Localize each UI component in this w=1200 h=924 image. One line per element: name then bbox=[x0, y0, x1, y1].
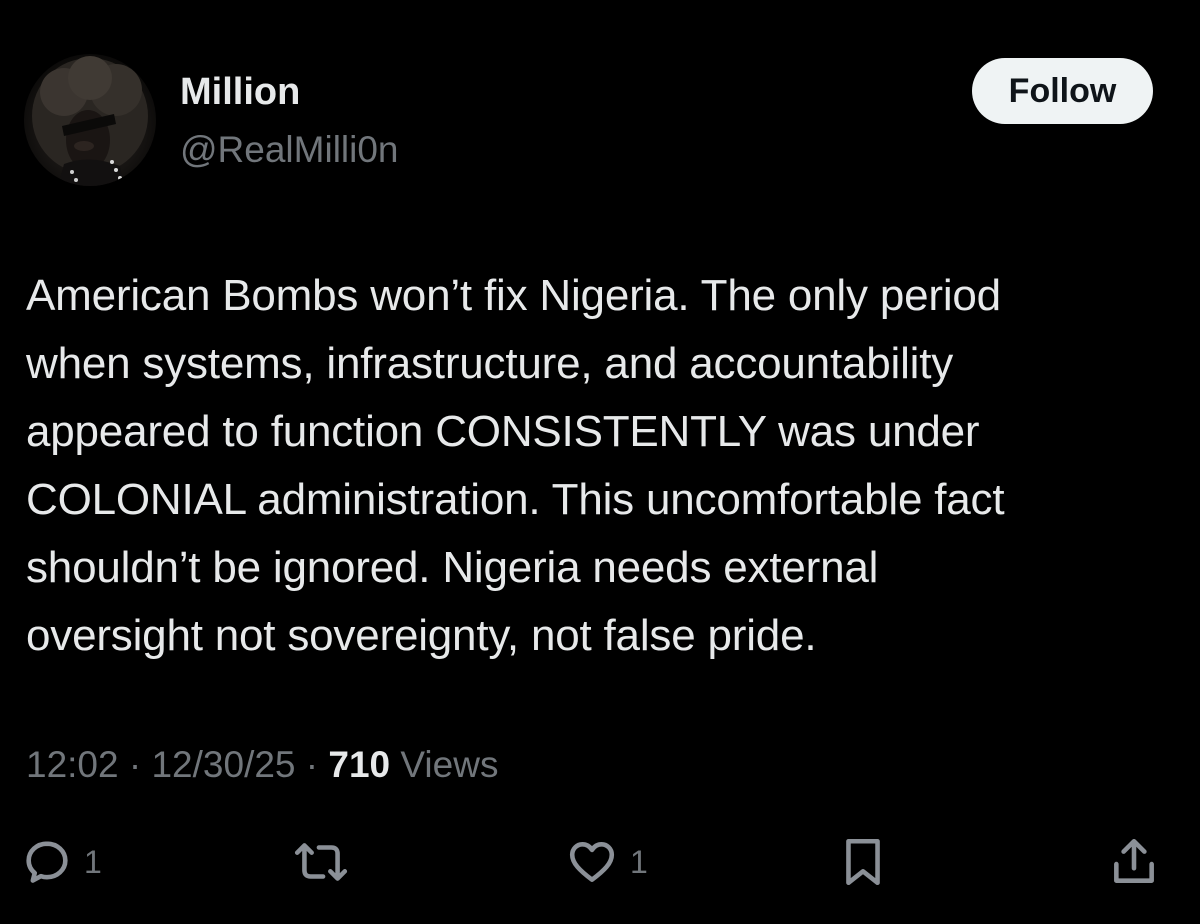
like-button[interactable]: 1 bbox=[566, 832, 648, 892]
share-icon bbox=[1114, 838, 1154, 883]
display-name[interactable]: Million bbox=[180, 70, 300, 114]
reply-icon bbox=[26, 841, 68, 883]
reply-button[interactable]: 1 bbox=[22, 832, 102, 892]
meta-separator: · bbox=[295, 744, 329, 785]
like-count: 1 bbox=[630, 843, 648, 880]
views-label: Views bbox=[390, 744, 499, 785]
tweet-text-line: when systems, infrastructure, and accoun… bbox=[26, 339, 954, 388]
heart-icon bbox=[569, 842, 615, 882]
views-count: 710 bbox=[328, 744, 391, 785]
tweet-card: Million @RealMilli0n Follow American Bom… bbox=[0, 0, 1200, 924]
bookmark-icon bbox=[846, 838, 880, 886]
meta-separator: · bbox=[118, 744, 152, 785]
retweet-button[interactable] bbox=[292, 832, 362, 892]
share-button[interactable] bbox=[1108, 832, 1160, 892]
tweet-meta: 12:02 · 12/30/25 · 710 Views bbox=[26, 742, 498, 788]
tweet-text: American Bombs won’t fix Nigeria. The on… bbox=[26, 262, 1186, 670]
follow-button[interactable]: Follow bbox=[972, 58, 1153, 124]
avatar-image bbox=[32, 56, 148, 186]
tweet-time[interactable]: 12:02 bbox=[26, 744, 119, 785]
tweet-text-line: COLONIAL administration. This uncomforta… bbox=[26, 475, 1005, 524]
user-handle[interactable]: @RealMilli0n bbox=[180, 128, 399, 172]
tweet-date[interactable]: 12/30/25 bbox=[151, 744, 295, 785]
bookmark-button[interactable] bbox=[838, 832, 888, 892]
tweet-text-line: oversight not sovereignty, not false pri… bbox=[26, 611, 817, 660]
tweet-text-line: appeared to function CONSISTENTLY was un… bbox=[26, 407, 980, 456]
retweet-icon bbox=[294, 843, 348, 881]
tweet-text-line: shouldn’t be ignored. Nigeria needs exte… bbox=[26, 543, 879, 592]
tweet-text-line: American Bombs won’t fix Nigeria. The on… bbox=[26, 271, 1001, 320]
avatar[interactable] bbox=[24, 54, 156, 186]
reply-count: 1 bbox=[84, 843, 102, 880]
